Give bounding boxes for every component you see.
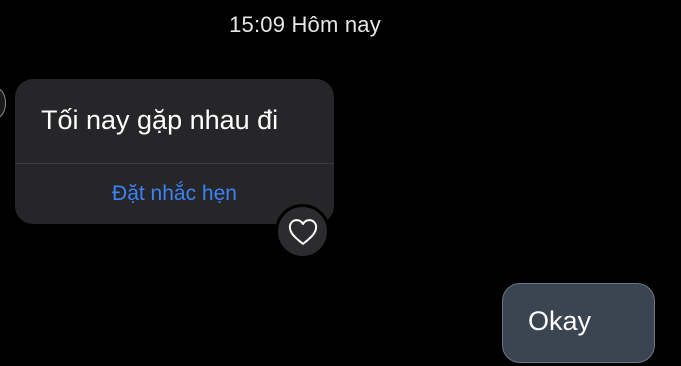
heart-outline-icon	[288, 218, 317, 245]
bubble-divider	[15, 163, 334, 164]
incoming-message-text: Tối nay gặp nhau đi	[41, 105, 279, 135]
incoming-message-bubble[interactable]: Tối nay gặp nhau đi Đặt nhắc hẹn	[15, 79, 334, 224]
outgoing-message-bubble[interactable]: Okay	[502, 283, 655, 363]
heart-reaction-button[interactable]	[275, 204, 330, 259]
outgoing-message-text: Okay	[528, 306, 592, 336]
set-reminder-button[interactable]: Đặt nhắc hẹn	[15, 182, 334, 206]
avatar[interactable]	[0, 88, 6, 118]
message-timestamp: 15:09 Hôm nay	[229, 12, 381, 37]
